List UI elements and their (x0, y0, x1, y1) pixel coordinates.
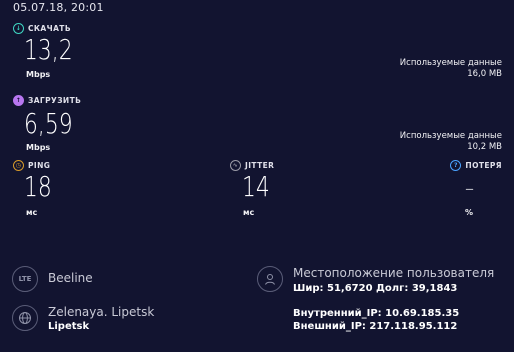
download-value: 13,2 (24, 33, 73, 66)
ping-label: PING (28, 161, 51, 170)
test-datetime: 05.07.18, 20:01 (13, 1, 104, 14)
loss-value: – (465, 178, 474, 199)
loss-unit: % (465, 208, 474, 217)
globe-icon[interactable] (12, 305, 38, 331)
lte-icon: LTE (12, 266, 38, 292)
ping-icon: ◷ (13, 160, 24, 171)
download-unit: Mbps (26, 70, 51, 79)
upload-used-value: 10,2 MB (467, 142, 502, 152)
server-name[interactable]: Zelenaya. Lipetsk (48, 305, 154, 319)
jitter-label: JITTER (245, 161, 275, 170)
location-title: Местоположение пользователя (293, 266, 495, 280)
provider-name: Beeline (48, 271, 93, 285)
jitter-value: 14 (242, 170, 270, 203)
loss-label: ПОТЕРЯ (465, 161, 502, 170)
upload-label-row: ↑ ЗАГРУЗИТЬ (13, 95, 81, 106)
upload-used-label: Используемые данные (399, 131, 502, 141)
download-used-value: 16,0 MB (467, 69, 502, 79)
upload-used-data: Используемые данные 10,2 MB (400, 131, 502, 153)
upload-label: ЗАГРУЗИТЬ (28, 96, 82, 105)
arrow-down-circle-icon: ↓ (13, 23, 24, 34)
loss-label-row: ? ПОТЕРЯ (450, 160, 502, 171)
external-ip: Внешний_IP: 217.118.95.112 (293, 321, 458, 332)
jitter-unit: мс (243, 208, 255, 217)
location-coords: Шир: 51,6720 Долг: 39,1843 (293, 283, 458, 294)
download-label: СКАЧАТЬ (28, 24, 71, 33)
upload-value: 6,59 (24, 107, 73, 140)
ping-unit: мс (26, 208, 38, 217)
internal-ip: Внутренний_IP: 10.69.185.35 (293, 308, 460, 319)
user-icon (257, 266, 283, 292)
upload-unit: Mbps (26, 143, 51, 152)
jitter-icon: ∿ (230, 160, 241, 171)
question-icon: ? (450, 160, 462, 171)
arrow-up-circle-icon: ↑ (13, 95, 24, 106)
download-used-label: Используемые данные (399, 58, 502, 68)
server-city: Lipetsk (48, 321, 90, 332)
download-used-data: Используемые данные 16,0 MB (400, 58, 502, 80)
ping-value: 18 (24, 170, 52, 203)
